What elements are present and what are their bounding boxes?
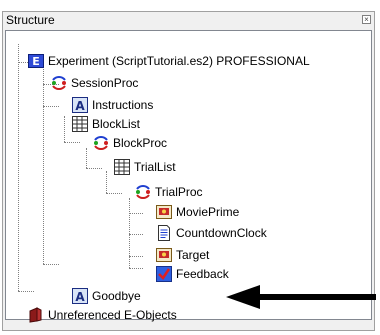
tree-node-label: TrialProc: [155, 185, 203, 199]
tree-node-label: Experiment (ScriptTutorial.es2) PROFESSI…: [48, 54, 310, 68]
tree-node-label: Goodbye: [92, 289, 141, 303]
structure-panel: Structure × E Experiment (ScriptTutorial…: [2, 11, 375, 331]
slide-icon: [156, 247, 172, 263]
tree-node-label: Feedback: [176, 267, 229, 281]
tree-node-label: TrialList: [134, 160, 176, 174]
tree-node-label: BlockProc: [113, 136, 168, 150]
feedback-icon: [156, 266, 172, 282]
slide-icon: [156, 204, 172, 220]
tree-node-target[interactable]: Target: [156, 246, 209, 264]
tree-node-label: Unreferenced E-Objects: [48, 308, 177, 322]
tree-node-label: SessionProc: [71, 76, 139, 90]
list-icon: [114, 159, 130, 175]
svg-text:E: E: [32, 55, 40, 68]
structure-tree[interactable]: E Experiment (ScriptTutorial.es2) PROFES…: [5, 30, 372, 323]
tree-node-goodbye[interactable]: A Goodbye: [72, 287, 141, 305]
textdisplay-icon: A: [72, 288, 88, 304]
procedure-icon: [135, 184, 151, 200]
svg-text:A: A: [75, 290, 85, 304]
inline-icon: [156, 225, 172, 241]
tree-node-countdownclock[interactable]: CountdownClock: [156, 224, 267, 242]
experiment-icon: E: [28, 53, 44, 69]
tree-node-feedback[interactable]: Feedback: [156, 265, 229, 283]
procedure-icon: [51, 75, 67, 91]
tree-node-blocklist[interactable]: BlockList: [72, 115, 140, 133]
tree-node-label: Instructions: [92, 98, 154, 112]
tree-node-trialproc[interactable]: TrialProc: [135, 183, 203, 201]
close-button[interactable]: ×: [362, 15, 371, 24]
tree-node-triallist[interactable]: TrialList: [114, 158, 176, 176]
tree-node-label: BlockList: [92, 117, 141, 131]
procedure-icon: [93, 135, 109, 151]
tree-node-movieprime[interactable]: MoviePrime: [156, 203, 239, 221]
tree-node-label: Target: [176, 248, 210, 262]
textdisplay-icon: A: [72, 97, 88, 113]
tree-node-label: CountdownClock: [176, 226, 267, 240]
tree-node-label: MoviePrime: [176, 205, 240, 219]
unreferenced-icon: [28, 307, 44, 323]
tree-node-instructions[interactable]: A Instructions: [72, 96, 153, 114]
svg-text:A: A: [75, 99, 85, 113]
tree-node-blockproc[interactable]: BlockProc: [93, 134, 167, 152]
list-icon: [72, 116, 88, 132]
panel-title: Structure: [3, 12, 374, 29]
tree-node-unreferenced[interactable]: Unreferenced E-Objects: [28, 306, 177, 324]
tree-node-sessionproc[interactable]: SessionProc: [51, 74, 138, 92]
annotation-arrow: [226, 285, 376, 309]
tree-node-experiment[interactable]: E Experiment (ScriptTutorial.es2) PROFES…: [28, 52, 310, 70]
